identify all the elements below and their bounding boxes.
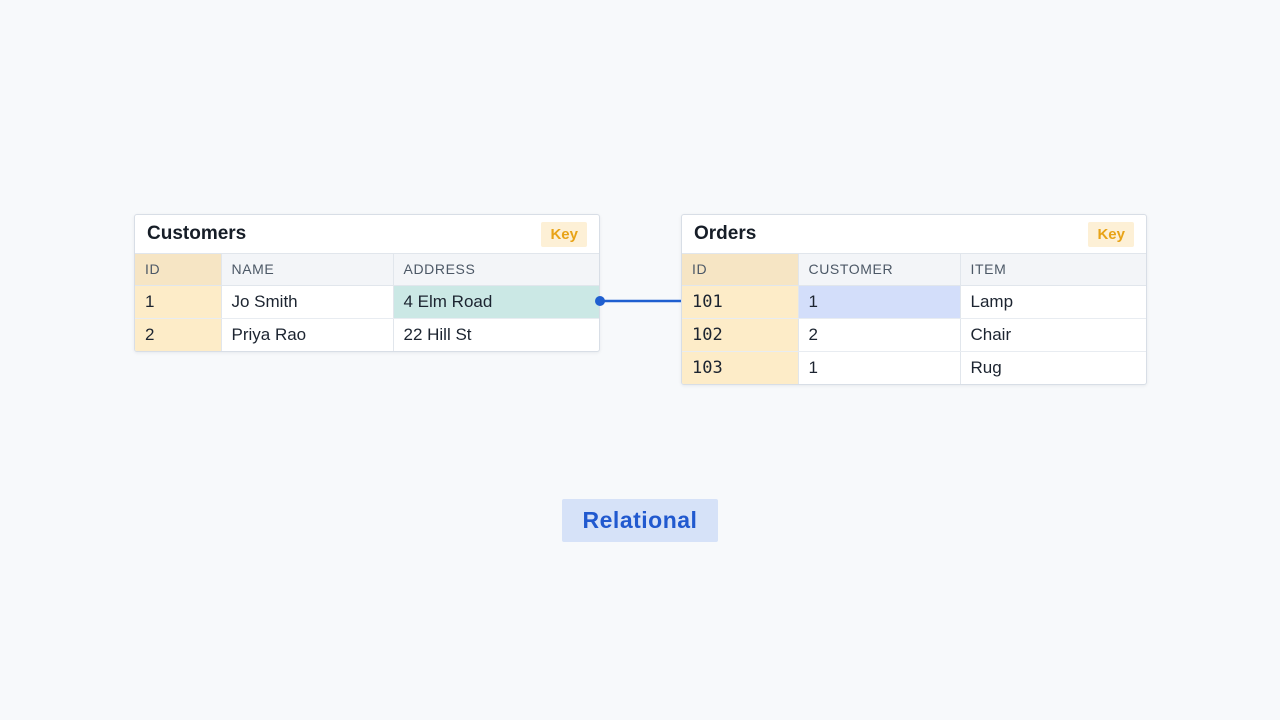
customers-key-badge: Key (541, 221, 587, 247)
customers-grid: ID NAME ADDRESS 1 Jo Smith 4 Elm Road 2 … (135, 254, 599, 351)
customer-name-cell: Priya Rao (221, 318, 394, 351)
customers-header-row: ID NAME ADDRESS (135, 254, 599, 286)
orders-table-header: Orders Key (682, 215, 1146, 254)
order-customer-cell: 1 (798, 351, 961, 384)
customer-id-cell: 2 (135, 318, 222, 351)
orders-header-row: ID CUSTOMER ITEM (682, 254, 1146, 286)
order-id-cell: 102 (682, 318, 799, 352)
column-header-customer: CUSTOMER (798, 254, 961, 286)
order-id-cell: 103 (682, 351, 799, 384)
customer-id-cell: 1 (135, 285, 222, 319)
customers-table-title: Customers (147, 223, 247, 244)
orders-table-title: Orders (694, 223, 757, 244)
customer-name-cell: Jo Smith (221, 285, 394, 319)
order-id-cell: 101 (682, 285, 799, 319)
customers-table: Customers Key ID NAME ADDRESS 1 Jo Smith… (134, 214, 600, 352)
column-header-name: NAME (221, 254, 394, 286)
table-row: 103 1 Rug (682, 351, 1146, 384)
customer-address-cell: 22 Hill St (403, 324, 472, 344)
model-type-label: Relational (562, 499, 718, 542)
column-header-id: ID (135, 254, 222, 286)
order-item-cell: Rug (970, 357, 1002, 377)
order-item-cell: Lamp (960, 285, 1146, 319)
customers-table-header: Customers Key (135, 215, 599, 254)
orders-table: Orders Key ID CUSTOMER ITEM 101 1 Lamp 1… (681, 214, 1147, 385)
order-item-cell: Chair (960, 318, 1146, 352)
column-header-item: ITEM (960, 254, 1146, 286)
table-row: 1 Jo Smith 4 Elm Road (135, 285, 599, 319)
orders-key-badge: Key (1088, 221, 1134, 247)
column-header-id: ID (682, 254, 799, 286)
column-header-address: ADDRESS (393, 254, 599, 286)
order-customer-cell: 2 (798, 318, 961, 352)
customer-address-cell-linked: 4 Elm Road (393, 285, 599, 319)
orders-grid: ID CUSTOMER ITEM 101 1 Lamp 102 2 Chair … (682, 254, 1146, 384)
table-row: 102 2 Chair (682, 318, 1146, 352)
table-row: 2 Priya Rao 22 Hill St (135, 318, 599, 351)
order-customer-cell-linked: 1 (798, 285, 961, 319)
table-row: 101 1 Lamp (682, 285, 1146, 319)
